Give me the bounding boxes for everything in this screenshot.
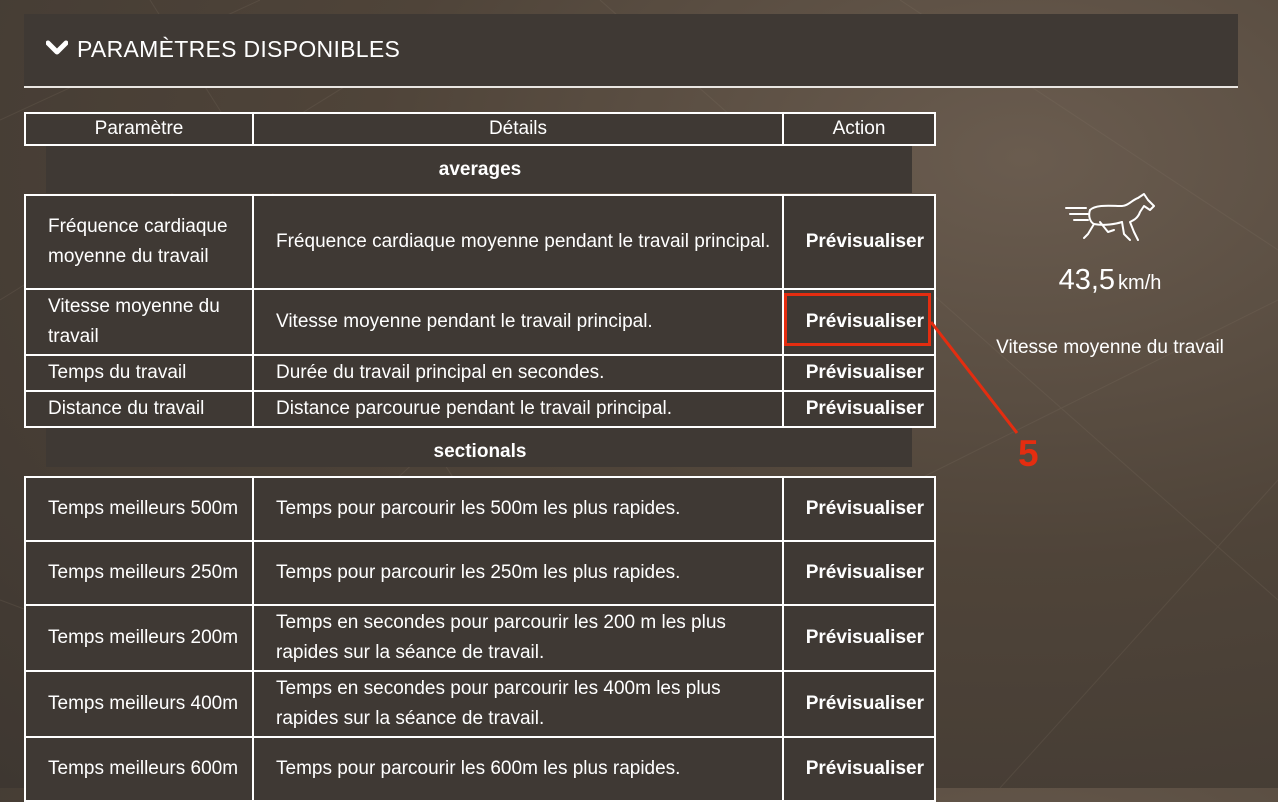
preview-unit: km/h bbox=[1118, 272, 1162, 294]
preview-button[interactable]: Prévisualiser bbox=[782, 540, 936, 606]
preview-button[interactable]: Prévisualiser bbox=[782, 476, 936, 542]
panel-title: PARAMÈTRES DISPONIBLES bbox=[77, 36, 401, 62]
group-header-row: averages bbox=[25, 145, 935, 195]
parameter-name: Temps meilleurs 200m bbox=[24, 604, 254, 672]
parameter-detail: Temps pour parcourir les 600m les plus r… bbox=[252, 736, 784, 802]
group-title: averages bbox=[438, 159, 522, 180]
group-header-row: sectionals bbox=[25, 427, 935, 477]
parameter-name: Temps meilleurs 250m bbox=[24, 540, 254, 606]
parameter-detail: Vitesse moyenne pendant le travail princ… bbox=[252, 288, 784, 356]
group-title: sectionals bbox=[433, 441, 527, 462]
table-header-row: Paramètre Détails Action bbox=[24, 112, 936, 146]
parameter-detail: Durée du travail principal en secondes. bbox=[252, 354, 784, 392]
preview-button[interactable]: Prévisualiser bbox=[782, 670, 936, 738]
parameter-name: Temps meilleurs 400m bbox=[24, 670, 254, 738]
preview-button[interactable]: Prévisualiser bbox=[782, 354, 936, 392]
parameter-detail: Fréquence cardiaque moyenne pendant le t… bbox=[252, 194, 784, 290]
column-header-action: Action bbox=[782, 112, 936, 146]
parameter-preview-panel: 43,5 km/h Vitesse moyenne du travail bbox=[960, 190, 1260, 359]
parameter-name: Vitesse moyenne du travail bbox=[24, 288, 254, 356]
parameters-table-container: Paramètre Détails Action averages Fréque… bbox=[24, 112, 936, 802]
running-horse-icon bbox=[1065, 193, 1155, 241]
parameter-detail: Temps en secondes pour parcourir les 400… bbox=[252, 670, 784, 738]
parameter-name: Temps meilleurs 600m bbox=[24, 736, 254, 802]
table-row: Distance du travail Distance parcourue p… bbox=[24, 390, 936, 428]
table-row: Temps meilleurs 250m Temps pour parcouri… bbox=[24, 540, 936, 606]
parameters-panel-header[interactable]: PARAMÈTRES DISPONIBLES bbox=[24, 14, 1238, 88]
table-row: Fréquence cardiaque moyenne du travail F… bbox=[24, 194, 936, 290]
annotation-highlight-box bbox=[784, 293, 931, 346]
table-row: Temps meilleurs 200m Temps en secondes p… bbox=[24, 604, 936, 672]
table-row: Temps meilleurs 500m Temps pour parcouri… bbox=[24, 476, 936, 542]
parameter-name: Distance du travail bbox=[24, 390, 254, 428]
parameters-table: Paramètre Détails Action averages Fréque… bbox=[24, 112, 936, 802]
preview-label: Vitesse moyenne du travail bbox=[996, 337, 1224, 358]
preview-button[interactable]: Prévisualiser bbox=[782, 736, 936, 802]
table-row: Temps meilleurs 400m Temps en secondes p… bbox=[24, 670, 936, 738]
column-header-details: Détails bbox=[252, 112, 784, 146]
parameter-name: Temps meilleurs 500m bbox=[24, 476, 254, 542]
parameter-name: Fréquence cardiaque moyenne du travail bbox=[24, 194, 254, 290]
preview-button[interactable]: Prévisualiser bbox=[782, 604, 936, 672]
chevron-down-icon bbox=[46, 40, 68, 55]
table-row: Temps du travail Durée du travail princi… bbox=[24, 354, 936, 392]
annotation-number: 5 bbox=[1018, 433, 1039, 474]
preview-button[interactable]: Prévisualiser bbox=[782, 390, 936, 428]
preview-value-line: 43,5 km/h bbox=[960, 264, 1260, 297]
parameter-detail: Temps en secondes pour parcourir les 200… bbox=[252, 604, 784, 672]
table-row: Temps meilleurs 600m Temps pour parcouri… bbox=[24, 736, 936, 802]
preview-button[interactable]: Prévisualiser bbox=[782, 194, 936, 290]
parameter-detail: Distance parcourue pendant le travail pr… bbox=[252, 390, 784, 428]
column-header-parametre: Paramètre bbox=[24, 112, 254, 146]
preview-value: 43,5 bbox=[1058, 264, 1116, 296]
parameter-name: Temps du travail bbox=[24, 354, 254, 392]
parameter-detail: Temps pour parcourir les 500m les plus r… bbox=[252, 476, 784, 542]
parameter-detail: Temps pour parcourir les 250m les plus r… bbox=[252, 540, 784, 606]
